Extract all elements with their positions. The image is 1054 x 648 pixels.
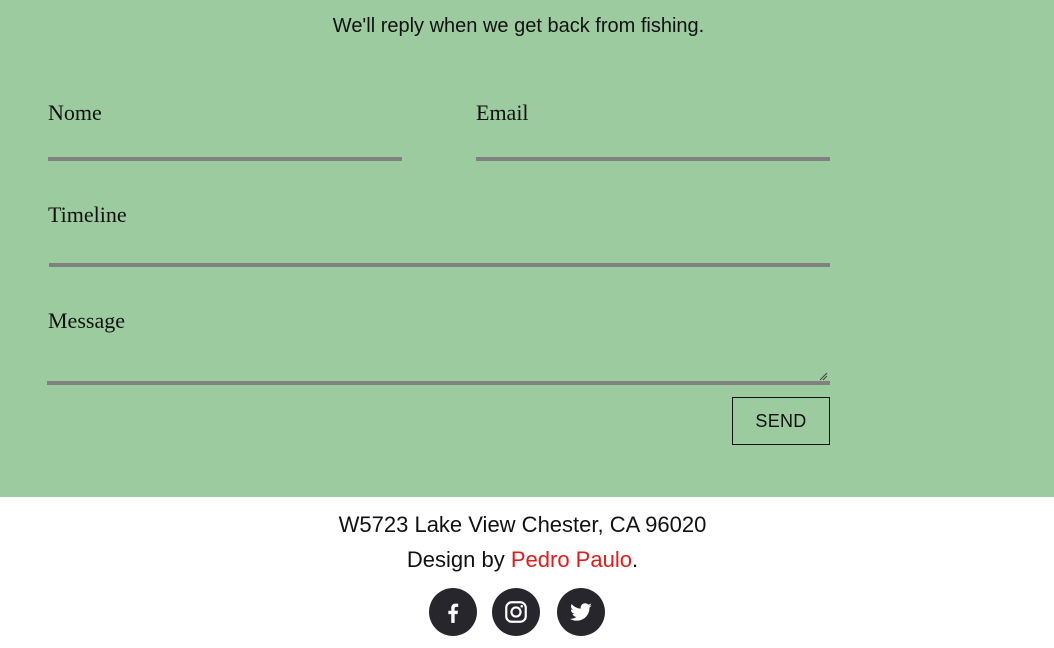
email-label: Email <box>476 100 529 125</box>
footer-credit: Design by Pedro Paulo. <box>0 546 1045 574</box>
instagram-icon <box>505 601 527 623</box>
timeline-label: Timeline <box>48 202 127 227</box>
timeline-underline <box>49 263 830 267</box>
contact-subtitle: We'll reply when we get back from fishin… <box>332 15 705 37</box>
footer: W5723 Lake View Chester, CA 96020 Design… <box>0 497 1054 648</box>
credit-suffix: . <box>631 547 639 572</box>
name-underline <box>48 157 402 161</box>
designer-link[interactable]: Pedro Paulo <box>511 547 632 572</box>
message-textarea[interactable] <box>48 340 830 380</box>
contact-section: We'll reply when we get back from fishin… <box>0 0 1054 497</box>
message-underline <box>47 381 830 385</box>
resize-grip-icon[interactable] <box>818 371 828 381</box>
facebook-link[interactable] <box>429 588 477 636</box>
timeline-input[interactable] <box>49 234 830 264</box>
email-underline <box>476 157 830 161</box>
email-input[interactable] <box>476 130 830 158</box>
facebook-icon <box>448 603 459 623</box>
send-button[interactable]: SEND <box>732 397 830 445</box>
twitter-icon <box>569 603 592 621</box>
twitter-link[interactable] <box>557 588 605 636</box>
name-label: Nome <box>48 100 102 125</box>
message-label: Message <box>48 308 125 333</box>
instagram-link[interactable] <box>492 588 540 636</box>
name-input[interactable] <box>48 130 402 158</box>
credit-prefix: Design by <box>406 547 511 572</box>
footer-address: W5723 Lake View Chester, CA 96020 <box>338 512 707 537</box>
